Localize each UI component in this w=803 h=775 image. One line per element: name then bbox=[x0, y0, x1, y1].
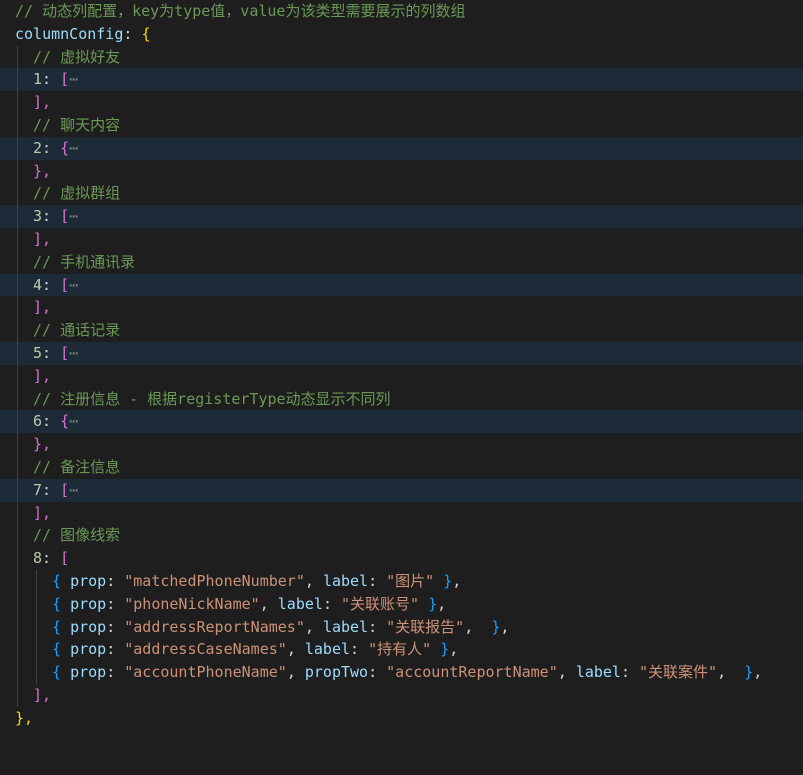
code-line[interactable]: ], bbox=[0, 683, 803, 707]
fold-ellipsis[interactable]: ⋯ bbox=[69, 70, 78, 88]
section-comment: // 备注信息 bbox=[33, 457, 121, 476]
code-line[interactable]: ], bbox=[0, 501, 803, 525]
folded-line[interactable]: 1: [⋯ bbox=[0, 68, 803, 92]
indent-guide bbox=[17, 455, 18, 479]
indent-guide bbox=[17, 250, 18, 274]
folded-line[interactable]: 3: [⋯ bbox=[0, 205, 803, 228]
indent-guide bbox=[17, 341, 18, 365]
code-line[interactable]: { prop: "phoneNickName", label: "关联账号" }… bbox=[0, 592, 803, 616]
indent-guide bbox=[17, 68, 18, 92]
code-line[interactable]: { prop: "addressCaseNames", label: "持有人"… bbox=[0, 638, 803, 662]
section-key: 8 bbox=[33, 549, 43, 568]
code-line[interactable]: }, bbox=[0, 707, 803, 730]
indent-guide bbox=[17, 91, 18, 114]
code-line[interactable]: { prop: "matchedPhoneNumber", label: "图片… bbox=[0, 569, 803, 593]
indent-guide bbox=[17, 205, 18, 228]
config-key: columnConfig bbox=[15, 24, 124, 43]
indent-guide bbox=[36, 661, 37, 684]
fold-ellipsis[interactable]: ⋯ bbox=[69, 276, 78, 294]
section-key: 3 bbox=[33, 207, 43, 226]
code-line[interactable]: ], bbox=[0, 227, 803, 251]
indent-guide bbox=[17, 478, 18, 502]
section-key: 1 bbox=[33, 70, 43, 89]
section-comment: // 虚拟好友 bbox=[33, 47, 121, 66]
indent-guide bbox=[36, 592, 37, 616]
code-line[interactable]: // 手机通讯录 bbox=[0, 250, 803, 274]
section-comment: // 虚拟群组 bbox=[33, 184, 121, 203]
folded-line[interactable]: 5: [⋯ bbox=[0, 341, 803, 365]
fold-ellipsis[interactable]: ⋯ bbox=[69, 344, 78, 362]
code-line[interactable]: // 虚拟群组 bbox=[0, 182, 803, 206]
indent-guide bbox=[17, 45, 18, 69]
indent-guide bbox=[17, 638, 18, 662]
section-comment: // 通话记录 bbox=[33, 321, 121, 340]
indent-guide bbox=[17, 433, 18, 456]
indent-guide bbox=[17, 273, 18, 297]
code-line[interactable]: // 注册信息 - 根据registerType动态显示不同列 bbox=[0, 387, 803, 411]
folded-line[interactable]: 2: {⋯ bbox=[0, 136, 803, 160]
section-comment: // 手机通讯录 bbox=[33, 252, 136, 271]
indent-guide bbox=[17, 592, 18, 616]
section-comment: // 注册信息 - 根据registerType动态显示不同列 bbox=[33, 389, 391, 408]
code-line[interactable]: }, bbox=[0, 433, 803, 456]
code-line[interactable]: ], bbox=[0, 296, 803, 320]
indent-guide bbox=[17, 410, 18, 434]
section-key: 7 bbox=[33, 480, 43, 499]
section-comment: // 图像线索 bbox=[33, 526, 121, 545]
code-editor[interactable]: // 动态列配置，key为type值，value为该类型需要展示的列数组 col… bbox=[0, 0, 803, 731]
code-line[interactable]: // 备注信息 bbox=[0, 455, 803, 479]
folded-line[interactable]: 4: [⋯ bbox=[0, 273, 803, 297]
code-line[interactable]: // 动态列配置，key为type值，value为该类型需要展示的列数组 bbox=[0, 0, 803, 23]
code-line[interactable]: // 虚拟好友 bbox=[0, 45, 803, 69]
indent-guide bbox=[17, 387, 18, 411]
indent-guide bbox=[17, 615, 18, 639]
indent-guide bbox=[17, 227, 18, 251]
fold-ellipsis[interactable]: ⋯ bbox=[69, 481, 78, 499]
indent-guide bbox=[17, 319, 18, 342]
fold-ellipsis[interactable]: ⋯ bbox=[69, 139, 78, 157]
indent-guide bbox=[17, 547, 18, 570]
indent-guide bbox=[17, 683, 18, 707]
folded-line[interactable]: 7: [⋯ bbox=[0, 478, 803, 502]
code-line[interactable]: }, bbox=[0, 159, 803, 183]
indent-guide bbox=[17, 296, 18, 320]
header-comment: // 动态列配置，key为type值，value为该类型需要展示的列数组 bbox=[15, 2, 466, 20]
code-line[interactable]: { prop: "accountPhoneName", propTwo: "ac… bbox=[0, 661, 803, 684]
section-key: 5 bbox=[33, 343, 43, 362]
indent-guide bbox=[17, 364, 18, 388]
code-line[interactable]: { prop: "addressReportNames", label: "关联… bbox=[0, 615, 803, 639]
indent-guide bbox=[17, 159, 18, 183]
folded-line[interactable]: 6: {⋯ bbox=[0, 410, 803, 434]
code-line[interactable]: 8: [ bbox=[0, 547, 803, 570]
indent-guide bbox=[36, 569, 37, 593]
code-line[interactable]: // 通话记录 bbox=[0, 319, 803, 342]
indent-guide bbox=[17, 524, 18, 548]
code-line[interactable]: columnConfig: { bbox=[0, 23, 803, 46]
indent-guide bbox=[17, 136, 18, 160]
indent-guide bbox=[17, 569, 18, 593]
indent-guide bbox=[17, 661, 18, 684]
code-line[interactable]: // 聊天内容 bbox=[0, 113, 803, 137]
indent-guide bbox=[17, 182, 18, 206]
indent-guide bbox=[36, 638, 37, 662]
indent-guide bbox=[36, 615, 37, 639]
fold-ellipsis[interactable]: ⋯ bbox=[69, 207, 78, 225]
open-brace: { bbox=[141, 24, 151, 43]
section-key: 2 bbox=[33, 138, 43, 157]
section-comment: // 聊天内容 bbox=[33, 115, 121, 134]
section-key: 6 bbox=[33, 412, 43, 431]
indent-guide bbox=[17, 501, 18, 525]
indent-guide bbox=[17, 113, 18, 137]
code-line[interactable]: ], bbox=[0, 364, 803, 388]
code-line[interactable]: // 图像线索 bbox=[0, 524, 803, 548]
code-line[interactable]: ], bbox=[0, 91, 803, 114]
section-key: 4 bbox=[33, 275, 43, 294]
fold-ellipsis[interactable]: ⋯ bbox=[69, 412, 78, 430]
